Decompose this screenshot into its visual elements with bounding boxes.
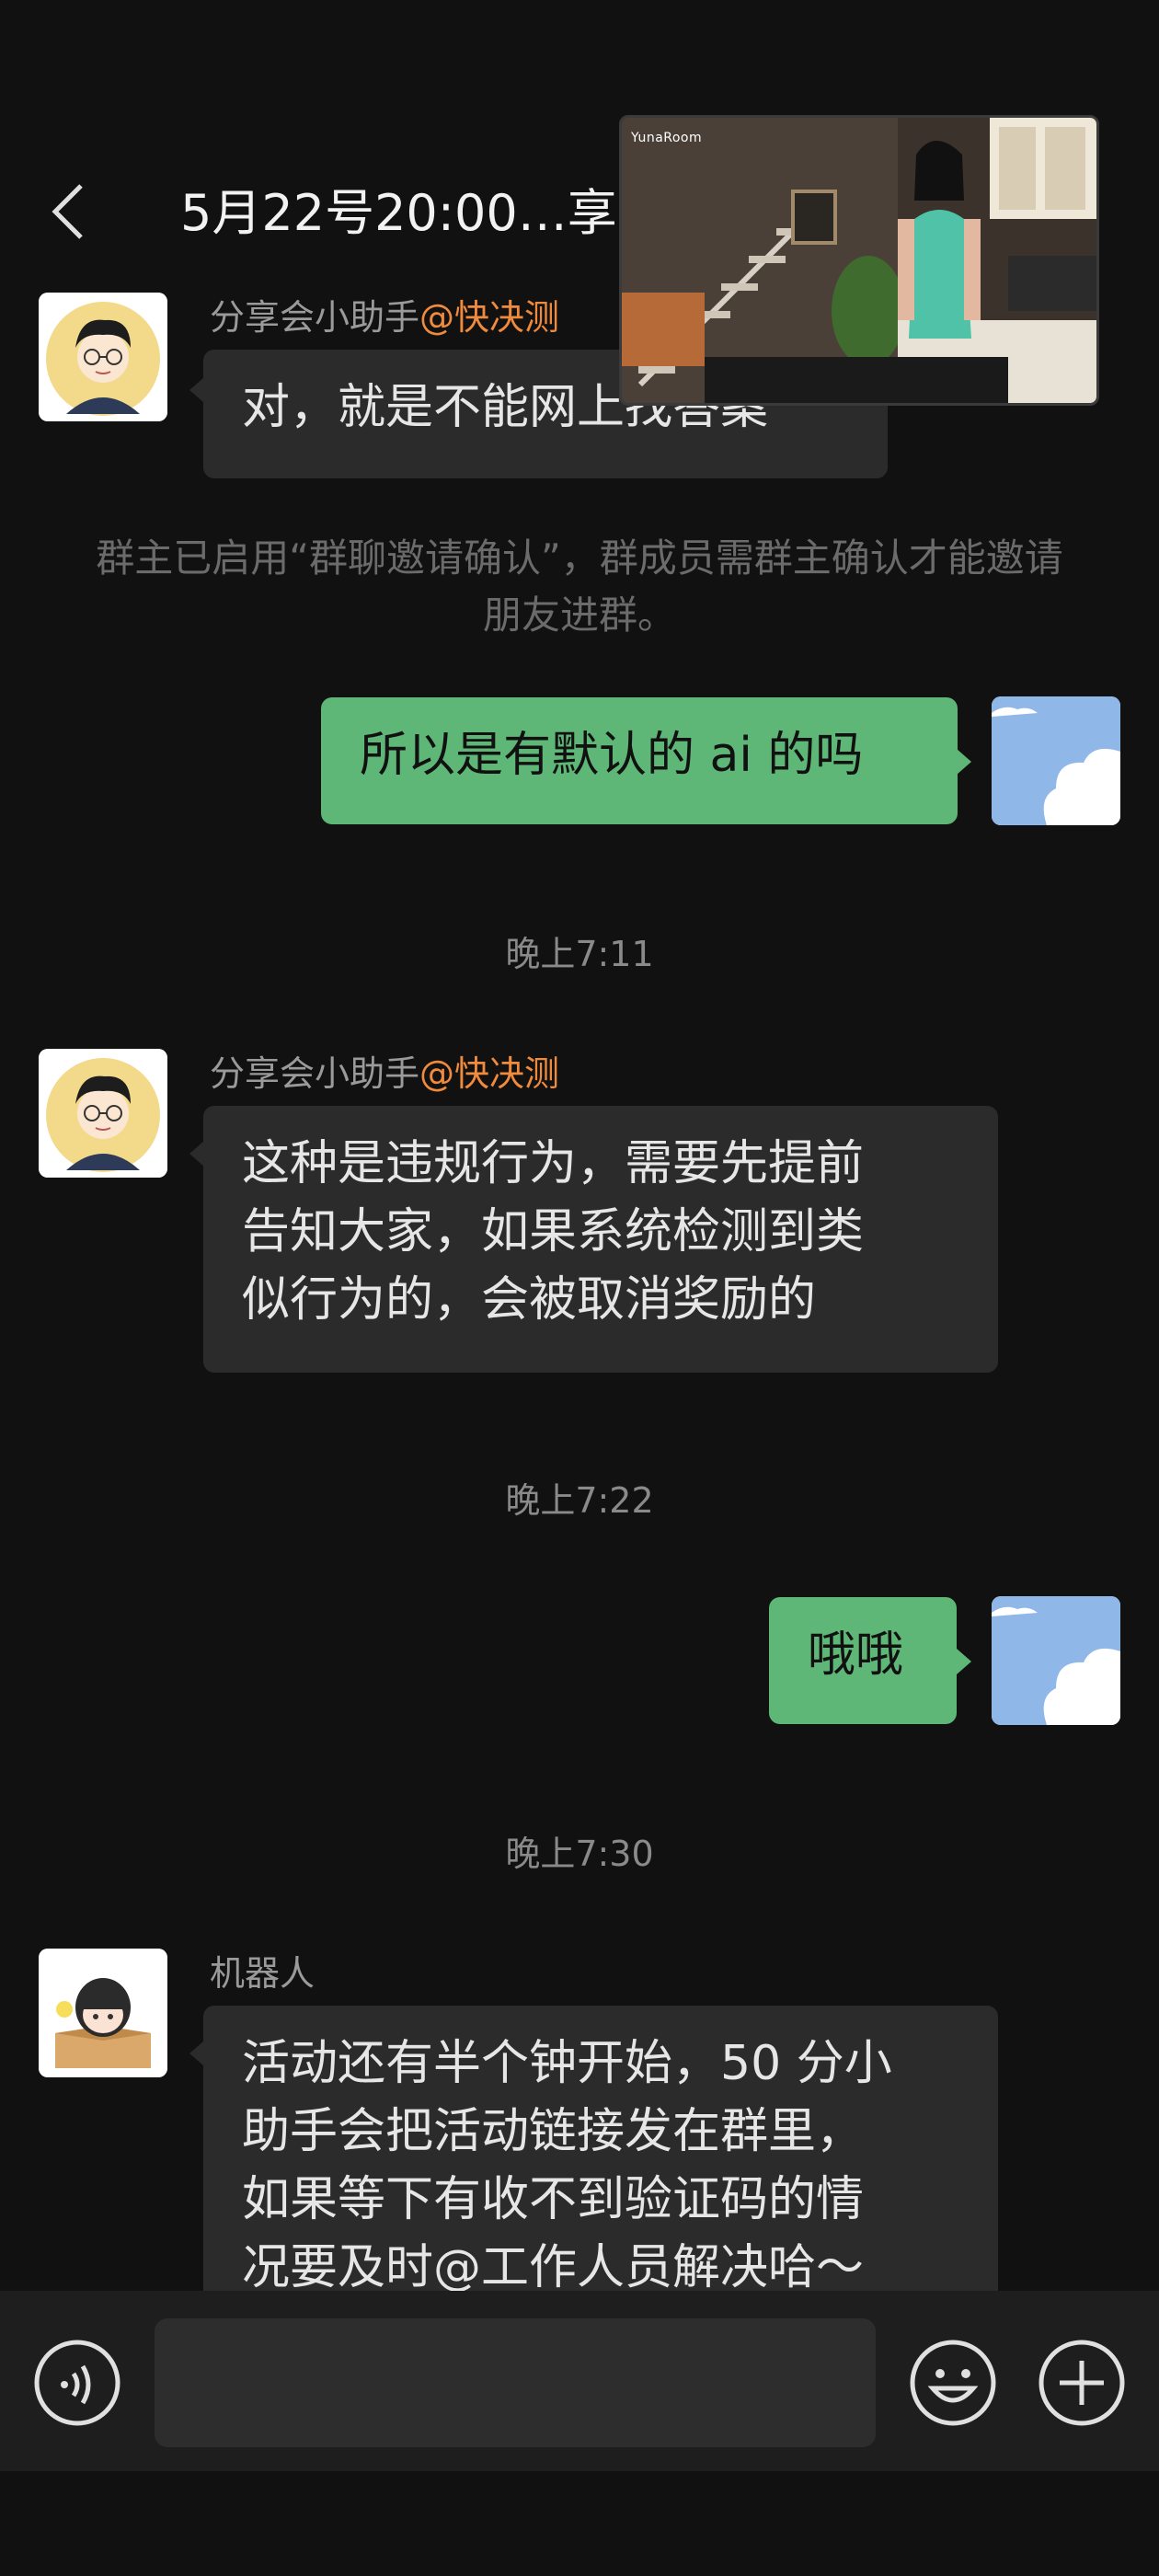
bubble-tail bbox=[957, 749, 971, 775]
floating-video-window[interactable]: YunaRoom bbox=[619, 115, 1099, 406]
message-text-line: 告知大家，如果系统检测到类 bbox=[242, 1204, 865, 1259]
mention-tag[interactable]: @快决测 bbox=[419, 1053, 559, 1094]
video-watermark: YunaRoom bbox=[631, 131, 703, 145]
bottom-safe-area bbox=[0, 2471, 1159, 2576]
message-bubble[interactable]: 这种是违规行为，需要先提前 告知大家，如果系统检测到类 似行为的，会被取消奖励的 bbox=[203, 1106, 998, 1373]
avatar-me[interactable] bbox=[992, 1596, 1120, 1725]
sender-label: 分享会小助手 bbox=[210, 297, 420, 338]
bubble-tail bbox=[957, 1649, 971, 1674]
voice-icon bbox=[34, 2340, 120, 2426]
sender-name: 分享会小助手@快决测 bbox=[210, 296, 559, 339]
message-text-line: 活动还有半个钟开始，50 分小 bbox=[242, 2036, 892, 2091]
message-text-line: 这种是违规行为，需要先提前 bbox=[242, 1136, 865, 1191]
message-text: 哦哦 bbox=[808, 1627, 904, 1683]
emoji-icon bbox=[910, 2340, 996, 2426]
plus-button[interactable] bbox=[1038, 2339, 1126, 2427]
mention-tag[interactable]: @快决测 bbox=[419, 297, 559, 338]
bubble-tail bbox=[189, 1141, 204, 1167]
emoji-button[interactable] bbox=[909, 2339, 997, 2427]
avatar-me[interactable] bbox=[992, 696, 1120, 825]
voice-button[interactable] bbox=[33, 2339, 121, 2427]
chat-title[interactable]: 5月22号20:00…享 bbox=[180, 182, 617, 245]
message-bubble-me[interactable]: 哦哦 bbox=[769, 1597, 957, 1724]
message-bubble-me[interactable]: 所以是有默认的 ai 的吗 bbox=[321, 697, 958, 824]
bubble-tail bbox=[189, 2041, 204, 2066]
plus-icon bbox=[1039, 2340, 1125, 2426]
bubble-tail bbox=[189, 377, 204, 403]
sender-label: 分享会小助手 bbox=[210, 1053, 420, 1094]
sender-name: 机器人 bbox=[210, 1953, 316, 1994]
back-button[interactable] bbox=[48, 182, 88, 241]
message-text: 所以是有默认的 ai 的吗 bbox=[360, 728, 864, 783]
avatar-assistant[interactable] bbox=[39, 1049, 167, 1178]
avatar-robot[interactable] bbox=[39, 1949, 167, 2077]
timestamp: 晚上7:22 bbox=[505, 1480, 654, 1521]
message-input[interactable] bbox=[155, 2318, 876, 2447]
sender-name: 分享会小助手@快决测 bbox=[210, 1052, 559, 1095]
message-text-line: 助手会把活动链接发在群里， bbox=[242, 2104, 865, 2159]
system-notice: 群主已启用“群聊邀请确认”，群成员需群主确认才能邀请朋友进群。 bbox=[96, 535, 1063, 638]
message-text-line: 似行为的，会被取消奖励的 bbox=[242, 1272, 817, 1328]
timestamp: 晚上7:30 bbox=[505, 1834, 654, 1874]
message-text-line: 如果等下有收不到验证码的情 bbox=[242, 2172, 865, 2227]
chevron-left-icon bbox=[52, 184, 83, 239]
avatar-assistant[interactable] bbox=[39, 293, 167, 421]
timestamp: 晚上7:11 bbox=[505, 934, 654, 974]
video-frame-image bbox=[622, 118, 1096, 403]
